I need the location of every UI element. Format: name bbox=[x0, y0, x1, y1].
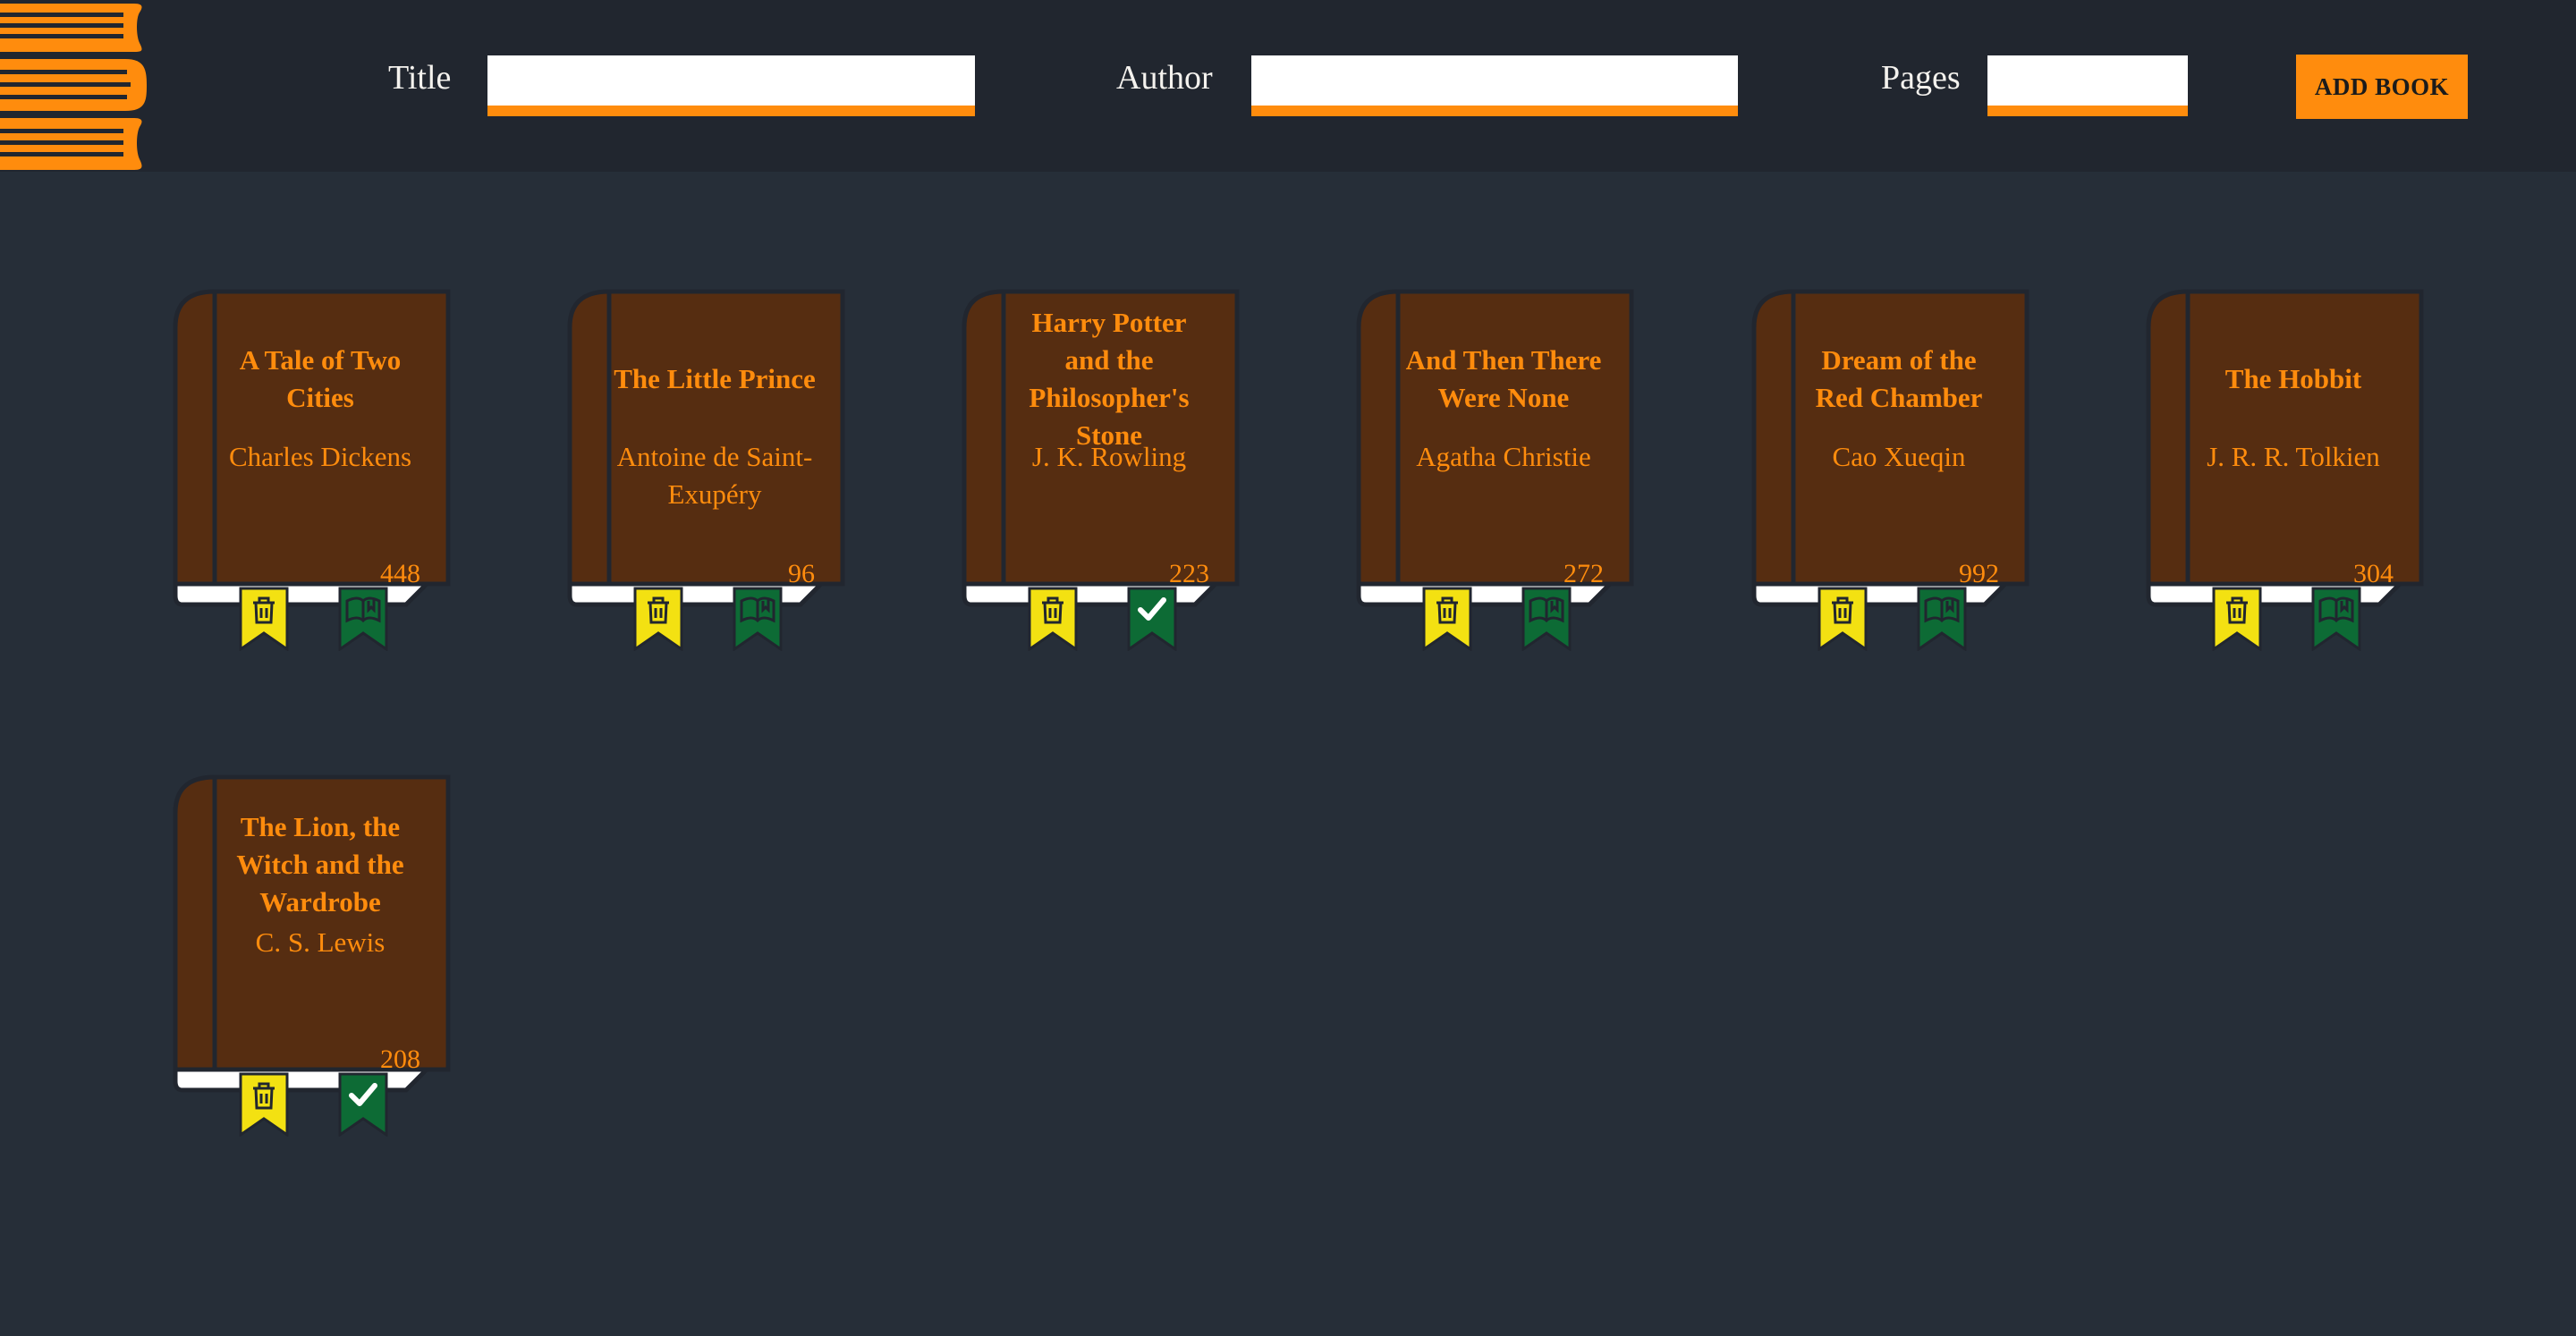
delete-book-button[interactable] bbox=[633, 587, 683, 651]
book-author: C. S. Lewis bbox=[255, 926, 386, 958]
book-title: Dream of the Red Chamber bbox=[1815, 344, 1983, 413]
toggle-read-button[interactable] bbox=[1127, 587, 1177, 651]
book-card: The Hobbit J. R. R. Tolkien 304 bbox=[2145, 284, 2440, 660]
book-author: Cao Xueqin bbox=[1832, 441, 1966, 472]
toggle-read-button[interactable] bbox=[733, 587, 783, 651]
book-author: Charles Dickens bbox=[228, 441, 412, 472]
book-author: Antoine de Saint-Exupéry bbox=[616, 441, 813, 510]
toggle-read-button[interactable] bbox=[1521, 587, 1572, 651]
title-input[interactable] bbox=[487, 55, 975, 116]
book-pages: 96 bbox=[788, 559, 815, 588]
book-title: And Then There Were None bbox=[1405, 344, 1602, 413]
title-label: Title bbox=[388, 59, 452, 97]
book-author: J. R. R. Tolkien bbox=[2207, 441, 2380, 472]
toggle-read-button[interactable] bbox=[2311, 587, 2361, 651]
author-input[interactable] bbox=[1251, 55, 1738, 116]
book-stack-logo-icon bbox=[0, 4, 147, 170]
book-author: Agatha Christie bbox=[1416, 441, 1591, 472]
author-label: Author bbox=[1116, 59, 1213, 97]
delete-book-button[interactable] bbox=[1422, 587, 1472, 651]
delete-book-button[interactable] bbox=[2212, 587, 2262, 651]
pages-label: Pages bbox=[1881, 59, 1961, 97]
book-author: J. K. Rowling bbox=[1031, 441, 1187, 472]
toggle-read-button[interactable] bbox=[338, 587, 388, 651]
book-title: The Hobbit bbox=[2224, 363, 2362, 394]
book-card: The Lion, the Witch and the Wardrobe C. … bbox=[172, 770, 467, 1146]
book-card: The Little Prince Antoine de Saint-Exupé… bbox=[566, 284, 861, 660]
book-card: A Tale of Two Cities Charles Dickens 448 bbox=[172, 284, 467, 660]
delete-book-button[interactable] bbox=[239, 1072, 289, 1137]
toggle-read-button[interactable] bbox=[338, 1072, 388, 1137]
header-bar: Title Author Pages ADD BOOK bbox=[0, 0, 2576, 172]
toggle-read-button[interactable] bbox=[1917, 587, 1967, 651]
book-card: And Then There Were None Agatha Christie… bbox=[1355, 284, 1650, 660]
pages-input[interactable] bbox=[1987, 55, 2188, 116]
delete-book-button[interactable] bbox=[1818, 587, 1868, 651]
book-title: Harry Potter and the Philosopher's Stone bbox=[1029, 307, 1190, 451]
book-title: The Lion, the Witch and the Wardrobe bbox=[236, 811, 404, 917]
delete-book-button[interactable] bbox=[1028, 587, 1078, 651]
book-title: The Little Prince bbox=[614, 363, 816, 394]
book-card: Dream of the Red Chamber Cao Xueqin 992 bbox=[1750, 284, 2046, 660]
book-card: Harry Potter and the Philosopher's Stone… bbox=[961, 284, 1256, 660]
delete-book-button[interactable] bbox=[239, 587, 289, 651]
book-title: A Tale of Two Cities bbox=[239, 344, 402, 413]
add-book-button[interactable]: ADD BOOK bbox=[2296, 55, 2468, 119]
